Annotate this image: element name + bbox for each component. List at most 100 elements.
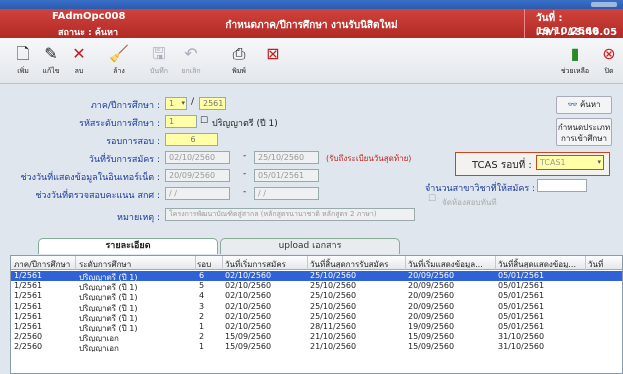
table-row[interactable]: 1/2561 ปริญญาตรี (ปี 1) 6 02/10/2560 25/10/2… bbox=[11, 271, 622, 281]
apply-from-input[interactable]: 02/10/2560 bbox=[165, 151, 230, 164]
table-header: ภาค/ปีการศึกษา ระดับการศึกษา รอบ วันที่เ… bbox=[11, 256, 622, 270]
printer-icon: ⎙ bbox=[232, 44, 246, 63]
chevron-down-icon: ▾ bbox=[597, 158, 601, 166]
new-document-icon: 🗋 bbox=[16, 44, 30, 63]
table-cell: 05/01/2561 bbox=[498, 322, 545, 331]
print-button[interactable]: ⎙ พิมพ์ bbox=[224, 42, 254, 80]
table-cell: 02/10/2560 bbox=[225, 271, 272, 280]
table-cell: ปริญญาตรี (ปี 1) bbox=[79, 313, 138, 322]
help-book-icon: ▮ bbox=[570, 44, 580, 63]
no-print-icon: ⊠ bbox=[266, 44, 280, 63]
table-cell: 1/2561 bbox=[14, 311, 43, 321]
table-cell: 25/10/2560 bbox=[310, 301, 357, 311]
define-type-button[interactable]: กำหนดประเภท การเข้าศึกษา bbox=[556, 118, 612, 146]
window-titlebar bbox=[0, 0, 623, 9]
internet-from-input[interactable]: 20/09/2560 bbox=[165, 169, 230, 182]
cancel-button[interactable]: ↶ ยกเลิก bbox=[176, 42, 206, 80]
cancel-label: ยกเลิก bbox=[181, 67, 201, 75]
check-from-input[interactable]: / / bbox=[165, 187, 230, 200]
table-cell: 20/09/2560 bbox=[408, 271, 455, 280]
table-cell: 02/10/2560 bbox=[225, 301, 272, 311]
slash-separator: / bbox=[191, 97, 195, 107]
table-cell: 5 bbox=[199, 281, 205, 291]
column-header[interactable]: รอบ bbox=[197, 258, 221, 268]
level-input[interactable]: 1 bbox=[165, 115, 197, 128]
delete-button[interactable]: ✕ ลบ bbox=[64, 42, 94, 80]
table-cell: ปริญญาเอก bbox=[79, 344, 119, 353]
pencil-icon: ✎ bbox=[44, 44, 58, 63]
table-cell: 2 bbox=[199, 332, 205, 342]
column-divider bbox=[222, 256, 223, 270]
tab-bar: รายละเอียด upload เอกสาร bbox=[0, 234, 623, 254]
add-button[interactable]: 🗋 เพิ่ม bbox=[8, 42, 38, 80]
column-divider bbox=[307, 256, 308, 270]
save-button[interactable]: 🖫 บันทึก bbox=[144, 42, 174, 80]
define-label-1: กำหนดประเภท bbox=[557, 123, 611, 132]
column-header[interactable]: ระดับการศึกษา bbox=[79, 258, 194, 268]
exam-room-checkbox[interactable]: ☐ bbox=[428, 194, 436, 204]
page-title: กำหนดภาค/ปีการศึกษา งานรับนิสิตใหม่ bbox=[225, 20, 398, 31]
tab-upload[interactable]: upload เอกสาร bbox=[220, 238, 400, 254]
window-controls[interactable] bbox=[591, 2, 617, 7]
column-header[interactable]: วันที่เริ่มการสมัคร bbox=[225, 258, 305, 268]
table-cell: 2/2560 bbox=[14, 332, 43, 342]
column-divider bbox=[75, 256, 76, 270]
round-label: รอบการสอบ : bbox=[106, 137, 160, 147]
check-to-input[interactable]: / / bbox=[254, 187, 319, 200]
table-cell: 28/11/2560 bbox=[310, 322, 357, 331]
year-input[interactable]: 2561 bbox=[199, 97, 226, 110]
score-check-label: ช่วงวันที่ตรวจสอบคะแนน สกศ : bbox=[35, 191, 160, 201]
table-row[interactable]: 1/2561 ปริญญาตรี (ปี 1) 4 02/10/2560 25/10/2… bbox=[11, 291, 622, 301]
level-label: รหัสระดับการศึกษา : bbox=[79, 119, 160, 129]
table-cell: 31/10/2560 bbox=[498, 342, 545, 352]
table-row[interactable]: 2/2560 ปริญญาเอก 2 15/09/2560 21/10/2560 15/0… bbox=[11, 332, 622, 342]
term-label: ภาค/ปีการศึกษา : bbox=[90, 101, 160, 111]
apply-to-input[interactable]: 25/10/2560 bbox=[254, 151, 319, 164]
remark-input[interactable]: โครงการพัฒนาบัณฑิตสู่สากล (หลักสูตรนานาช… bbox=[165, 208, 415, 221]
table-cell: 31/10/2560 bbox=[498, 332, 545, 342]
table-cell: 3 bbox=[199, 301, 205, 311]
edit-button[interactable]: ✎ แก้ไข bbox=[36, 42, 66, 80]
table-cell: 19/09/2560 bbox=[408, 322, 455, 331]
tcas-select[interactable]: TCAS1 ▾ bbox=[536, 155, 604, 170]
apply-date-label: วันที่รับการสมัคร : bbox=[88, 155, 160, 165]
table-cell: 20/09/2560 bbox=[408, 291, 455, 301]
search-button[interactable]: 👓 ค้นหา bbox=[556, 96, 612, 114]
internet-to-input[interactable]: 05/01/2561 bbox=[254, 169, 319, 182]
exam-room-label: จัดห้องสอบทันที bbox=[442, 198, 497, 207]
table-row[interactable]: 1/2561 ปริญญาตรี (ปี 1) 1 02/10/2560 28/11/2… bbox=[11, 322, 622, 332]
table-cell: 05/01/2561 bbox=[498, 281, 545, 291]
table-cell: 1/2561 bbox=[14, 291, 43, 301]
tcas-label: TCAS รอบที่ : bbox=[472, 160, 532, 171]
date-range-dash: - bbox=[243, 151, 247, 161]
table-cell: 1 bbox=[199, 322, 205, 331]
term-value: 1 bbox=[169, 99, 175, 108]
major-count-input[interactable] bbox=[537, 179, 587, 192]
round-input[interactable]: 6 bbox=[165, 133, 218, 146]
table-row[interactable]: 1/2561 ปริญญาตรี (ปี 1) 3 02/10/2560 25/10/2… bbox=[11, 301, 622, 312]
internet-date-label: ช่วงวันที่แสดงข้อมูลในอินเทอร์เน็ต : bbox=[20, 173, 160, 183]
table-row[interactable]: 2/2560 ปริญญาเอก 1 15/09/2560 21/10/2560 15/0… bbox=[11, 342, 622, 353]
column-header[interactable]: วันที่ bbox=[588, 258, 618, 268]
column-header[interactable]: วันที่เริ่มแสดงข้อมูล... bbox=[408, 258, 492, 268]
table-row[interactable]: 1/2561 ปริญญาตรี (ปี 1) 5 02/10/2560 25/10/2… bbox=[11, 281, 622, 291]
close-button[interactable]: ⊗ ปิด bbox=[594, 42, 623, 80]
table-cell: 15/09/2560 bbox=[408, 332, 455, 342]
table-cell: 21/10/2560 bbox=[310, 342, 357, 352]
column-header[interactable]: วันที่สิ้นสุดแสดงข้อมู... bbox=[498, 258, 583, 268]
close-circle-icon: ⊗ bbox=[602, 44, 616, 63]
table-cell: 21/10/2560 bbox=[310, 332, 357, 342]
column-header[interactable]: ภาค/ปีการศึกษา bbox=[14, 258, 74, 268]
column-header[interactable]: วันที่สิ้นสุดการรับสมัคร bbox=[310, 258, 403, 268]
help-button[interactable]: ▮ ช่วยเหลือ bbox=[560, 42, 590, 80]
tab-details[interactable]: รายละเอียด bbox=[38, 238, 218, 254]
table-cell: 05/01/2561 bbox=[498, 301, 545, 311]
table-row[interactable]: 1/2561 ปริญญาตรี (ปี 1) 2 02/10/2560 25/10/2… bbox=[11, 311, 622, 322]
clear-button[interactable]: 🧹 ล้าง bbox=[104, 42, 134, 80]
table-cell: 02/10/2560 bbox=[225, 291, 272, 301]
add-label: เพิ่ม bbox=[17, 67, 29, 75]
level-lookup-icon[interactable]: ☐ bbox=[200, 116, 208, 126]
table-cell: 25/10/2560 bbox=[310, 311, 357, 321]
print-preview-button[interactable]: ⊠ bbox=[258, 42, 288, 80]
term-select[interactable]: 1 ▾ bbox=[165, 97, 187, 110]
